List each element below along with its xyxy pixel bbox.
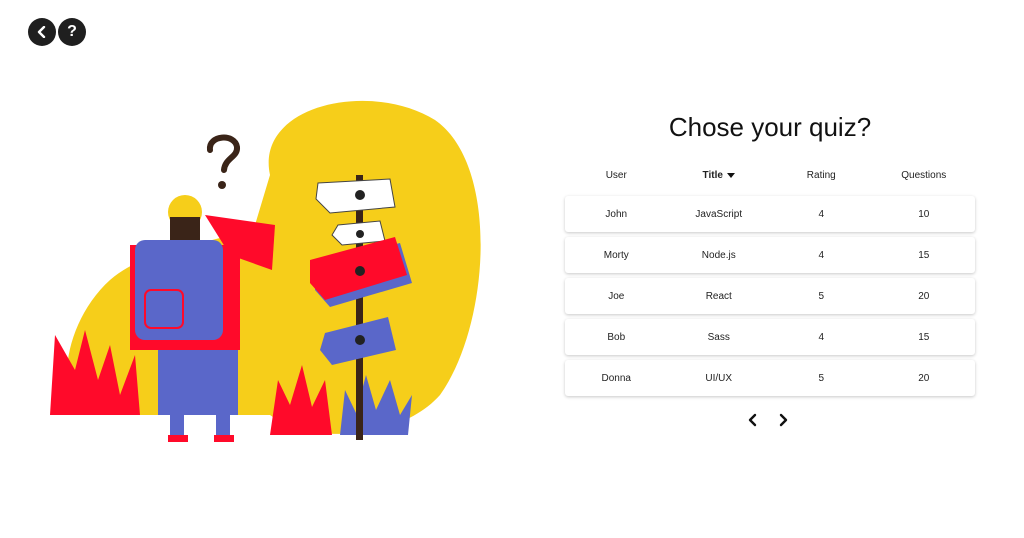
cell-user: Joe [608, 290, 625, 302]
chevron-left-icon [37, 26, 46, 38]
help-button[interactable]: ? [58, 18, 86, 46]
quiz-illustration [50, 100, 481, 442]
cell-rating: 4 [818, 208, 825, 220]
cell-questions: 10 [918, 208, 930, 220]
table-row[interactable]: John JavaScript 4 10 [565, 196, 975, 232]
cell-questions: 15 [918, 249, 930, 261]
cell-rating: 5 [818, 290, 825, 302]
column-header-user[interactable]: User [565, 170, 668, 186]
column-header-title[interactable]: Title [668, 170, 771, 186]
cell-user: John [605, 208, 628, 220]
prev-page-button[interactable] [745, 411, 761, 429]
table-row[interactable]: Joe React 5 20 [565, 278, 975, 314]
cell-rating: 5 [818, 372, 825, 384]
cell-questions: 15 [918, 331, 930, 343]
column-header-title-label: Title [702, 170, 723, 181]
chevron-right-icon [779, 413, 788, 427]
quiz-table: John JavaScript 4 10 Morty Node.js 4 15 … [565, 196, 975, 401]
cell-title: JavaScript [695, 208, 743, 220]
cell-title: UI/UX [705, 372, 733, 384]
cell-rating: 4 [818, 331, 825, 343]
next-page-button[interactable] [775, 411, 791, 429]
cell-title: React [705, 290, 732, 302]
back-button[interactable] [28, 18, 56, 46]
table-row[interactable]: Bob Sass 4 15 [565, 319, 975, 355]
pagination [745, 411, 791, 429]
table-row[interactable]: Donna UI/UX 5 20 [565, 360, 975, 396]
column-header-questions[interactable]: Questions [873, 170, 976, 186]
cell-user: Bob [607, 331, 626, 343]
chevron-left-icon [748, 413, 757, 427]
cell-title: Node.js [701, 249, 736, 261]
cell-questions: 20 [918, 290, 930, 302]
table-header: User Title Rating Questions [565, 170, 975, 186]
table-row[interactable]: Morty Node.js 4 15 [565, 237, 975, 273]
cell-rating: 4 [818, 249, 825, 261]
question-icon: ? [67, 23, 77, 40]
cell-user: Donna [601, 372, 631, 384]
cell-questions: 20 [918, 372, 930, 384]
column-header-rating[interactable]: Rating [770, 170, 873, 186]
cell-title: Sass [707, 331, 730, 343]
cell-user: Morty [603, 249, 629, 261]
page-title: Chose your quiz? [668, 112, 872, 142]
sort-desc-icon [726, 172, 735, 178]
